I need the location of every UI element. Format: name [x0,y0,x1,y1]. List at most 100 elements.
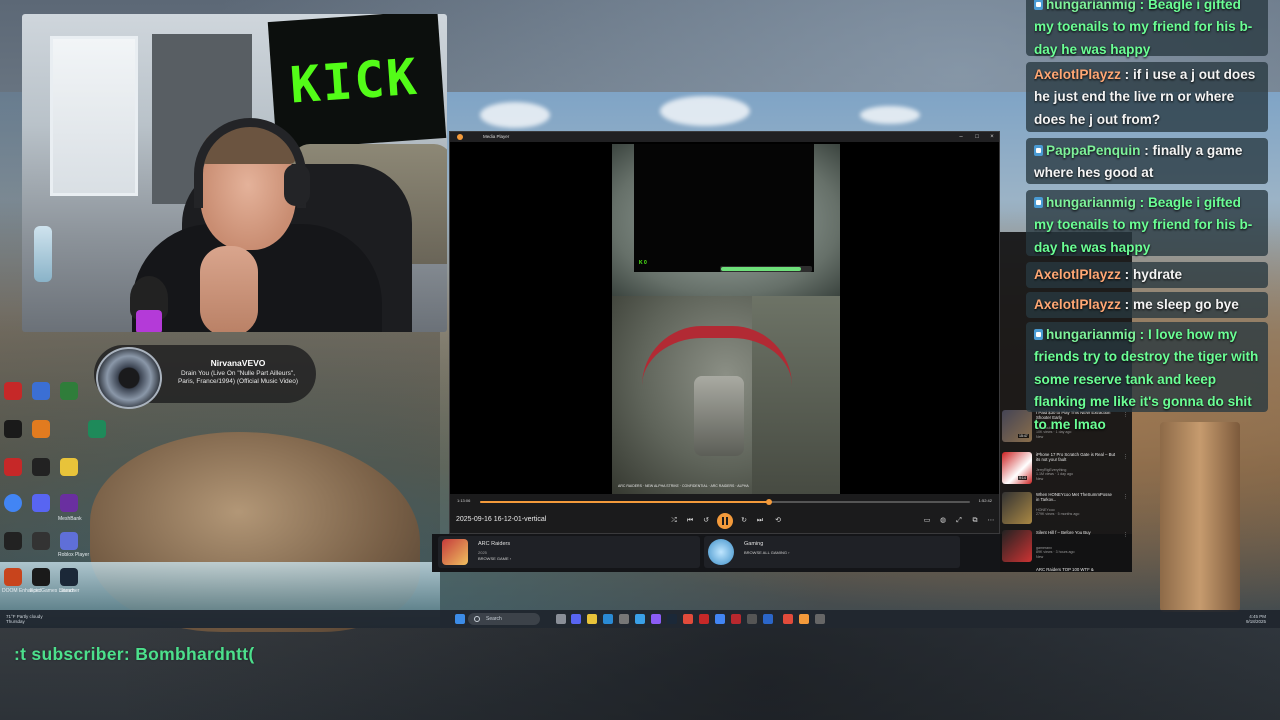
miniplayer-button[interactable]: ⧉ [969,515,981,527]
doom-icon[interactable] [4,568,22,586]
chat-username: hungarianmig [1046,0,1136,12]
game-tile-arc-raiders[interactable]: ARC Raiders 2025 BROWSE GAME › [438,536,700,568]
maximize-button[interactable]: □ [973,133,981,141]
video-top-section: K 0 [612,144,840,296]
more-vert-icon[interactable]: ⋮ [1123,494,1128,500]
video-title: When HONEYcoo Met TheSummPosse in Tarkov… [1036,492,1112,502]
taskbar-search-placeholder: Search [486,616,502,622]
edge-icon[interactable] [603,614,613,624]
kick-logo-text: KICK [288,47,421,115]
browse-all-gaming-link[interactable]: BROWSE ALL GAMING › [744,550,789,555]
chat-username: AxelotlPlayzz [1034,297,1121,312]
minimize-button[interactable]: – [957,133,965,141]
app-taskbar-icon[interactable] [683,614,693,624]
chat-username: AxelotlPlayzz [1034,267,1121,282]
volume-button[interactable]: ◍ [937,515,949,527]
discord-icon[interactable] [32,494,50,512]
app-taskbar-icon[interactable] [747,614,757,624]
app-taskbar-icon[interactable] [651,614,661,624]
now-playing-title: Drain You (Live On "Nulle Part Ailleurs"… [177,370,299,385]
taskbar-weather[interactable]: 71°F Partly cloudy Thursday [6,614,43,624]
browse-game-link[interactable]: BROWSE GAME › [478,556,511,561]
taskbar-clock[interactable]: 4:45 PM 9/18/2025 [1246,614,1266,624]
chat-username: PappaPenquin [1046,143,1141,158]
app-icon[interactable] [32,532,50,550]
more-options-button[interactable]: ⋯ [985,515,997,527]
repeat-button[interactable]: ⟲ [772,515,784,527]
fullscreen-button[interactable]: ⤢ [953,515,965,527]
roblox-icon[interactable] [60,532,78,550]
discord-taskbar-icon[interactable] [571,614,581,624]
seek-bar[interactable] [480,499,970,505]
rewind-button[interactable]: ↺ [700,515,712,527]
start-icon[interactable] [455,614,465,624]
cloud [480,102,550,128]
chrome-taskbar-icon[interactable] [715,614,725,624]
recommended-video[interactable]: When HONEYcoo Met TheSummPosse in Tarkov… [1002,490,1130,528]
seek-bar-handle[interactable] [766,499,773,505]
recommended-video[interactable]: 9:14 iPhone 17 Pro Scratch Gate is Real … [1002,450,1130,488]
cloud [860,106,920,124]
recommended-video[interactable]: Silent Hill f – Before You Buy gameranx … [1002,528,1130,566]
pause-button[interactable] [717,513,733,529]
wallpaper-pillar [1160,422,1240,612]
microphone-light [136,310,162,332]
taskbar-search[interactable]: Search [468,613,540,625]
more-vert-icon[interactable]: ⋮ [1123,532,1128,538]
app-icon[interactable] [32,420,50,438]
gameplay-character [694,376,744,456]
desktop-icon-label: Roblox Player [58,552,90,558]
more-vert-icon[interactable]: ⋮ [1123,454,1128,460]
previous-button[interactable]: ⏮ [684,515,696,527]
app-taskbar-icon[interactable] [635,614,645,624]
clock-date: 9/18/2025 [1245,619,1266,624]
app-icon[interactable] [32,458,50,476]
chat-message: PappaPenquin : finally a game where hes … [1026,138,1268,184]
video-surface[interactable]: K 0 ARC RAIDERS · NEW ALPHA STRIKE · CON… [450,142,999,494]
media-player-titlebar[interactable]: Media Player – □ × [450,132,999,142]
task-view-icon[interactable] [556,614,566,624]
category-tile-gaming[interactable]: Gaming BROWSE ALL GAMING › [704,536,960,568]
close-button[interactable]: × [988,133,996,141]
app-taskbar-icon[interactable] [815,614,825,624]
recommended-video[interactable]: ARC Raiders TOP 100 WTF & [1002,566,1130,572]
file-name: 2025-09-16 16-12-01-vertical [456,516,547,523]
video-thumbnail [1002,492,1032,524]
app-taskbar-icon[interactable] [619,614,629,624]
chrome-icon[interactable] [4,494,22,512]
tile-year: 2025 [478,550,487,555]
app-icon[interactable] [60,382,78,400]
chat-username: AxelotlPlayzz [1034,67,1121,82]
recycle-bin-icon[interactable] [4,382,22,400]
app-icon[interactable] [4,532,22,550]
media-player-taskbar-icon[interactable] [799,614,809,624]
desktop-icon-label: MeshBank [58,516,82,522]
shuffle-button[interactable]: ⤮ [668,515,680,527]
app-taskbar-icon[interactable] [731,614,741,624]
video-views: 279K views · 5 months ago [1036,512,1080,517]
subscriber-badge-icon [1034,329,1043,340]
subtitles-button[interactable]: ▭ [921,515,933,527]
app-taskbar-icon[interactable] [699,614,709,624]
app-taskbar-icon[interactable] [763,614,773,624]
video-meta: HONEYcoo 279K views · 5 months ago [1036,508,1116,517]
app-icon[interactable] [4,420,22,438]
file-explorer-icon[interactable] [587,614,597,624]
app-icon[interactable] [88,420,106,438]
steam-icon[interactable] [60,568,78,586]
kick-sign: KICK [267,14,447,150]
epic-games-icon[interactable] [32,568,50,586]
taskbar: 71°F Partly cloudy Thursday Search 4:45 … [0,610,1280,628]
app-icon[interactable] [4,458,22,476]
next-button[interactable]: ⏭ [754,515,766,527]
app-taskbar-icon[interactable] [783,614,793,624]
app-icon[interactable] [60,458,78,476]
chat-message: hungarianmig : Beagle i gifted my toenai… [1026,0,1268,57]
tile-name: Gaming [744,541,764,547]
app-icon[interactable] [32,382,50,400]
arc-raiders-thumbnail [442,539,468,565]
forward-button[interactable]: ↻ [738,515,750,527]
video-title: iPhone 17 Pro Scratch Gate is Real – But… [1036,452,1116,462]
steam-taskbar-icon[interactable] [667,614,677,624]
app-icon[interactable] [60,494,78,512]
